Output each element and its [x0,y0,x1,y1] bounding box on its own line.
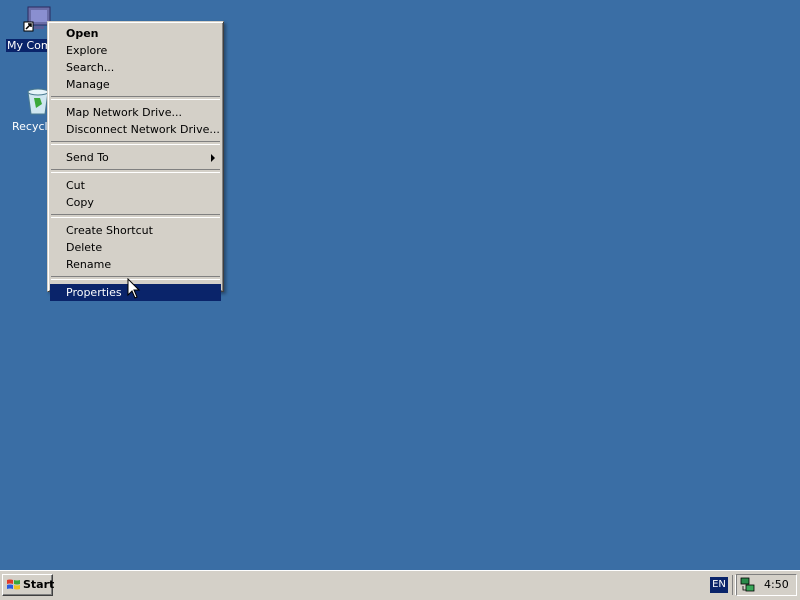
menu-item-rename[interactable]: Rename [50,256,221,273]
taskbar: Start [0,570,800,600]
clock[interactable]: 4:50 [764,578,789,591]
network-icon[interactable] [740,577,756,593]
menu-separator [51,214,220,218]
menu-item-delete[interactable]: Delete [50,239,221,256]
menu-item-label: Send To [66,151,109,164]
language-indicator[interactable]: EN [710,577,728,593]
windows-logo-icon [7,579,20,590]
menu-item-cut[interactable]: Cut [50,177,221,194]
menu-item-send-to[interactable]: Send To [50,149,221,166]
desktop-icon-label: My Com [6,39,53,52]
menu-item-manage[interactable]: Manage [50,76,221,93]
submenu-arrow-icon [211,154,215,162]
menu-item-map-network-drive[interactable]: Map Network Drive... [50,104,221,121]
menu-item-explore[interactable]: Explore [50,42,221,59]
menu-item-open[interactable]: Open [50,25,221,42]
menu-item-create-shortcut[interactable]: Create Shortcut [50,222,221,239]
context-menu: Open Explore Search... Manage Map Networ… [47,21,224,301]
menu-item-copy[interactable]: Copy [50,194,221,211]
menu-separator [51,169,220,173]
menu-item-disconnect-network-drive[interactable]: Disconnect Network Drive... [50,121,221,138]
menu-item-search[interactable]: Search... [50,59,221,76]
menu-separator [51,141,220,145]
system-tray: 4:50 [736,574,797,596]
start-button[interactable]: Start [2,574,55,596]
desktop[interactable]: My Com Recycle Open Explore Search... Ma… [0,0,800,570]
menu-separator [51,96,220,100]
start-label: Start [23,578,55,591]
mouse-cursor-icon [127,278,141,299]
